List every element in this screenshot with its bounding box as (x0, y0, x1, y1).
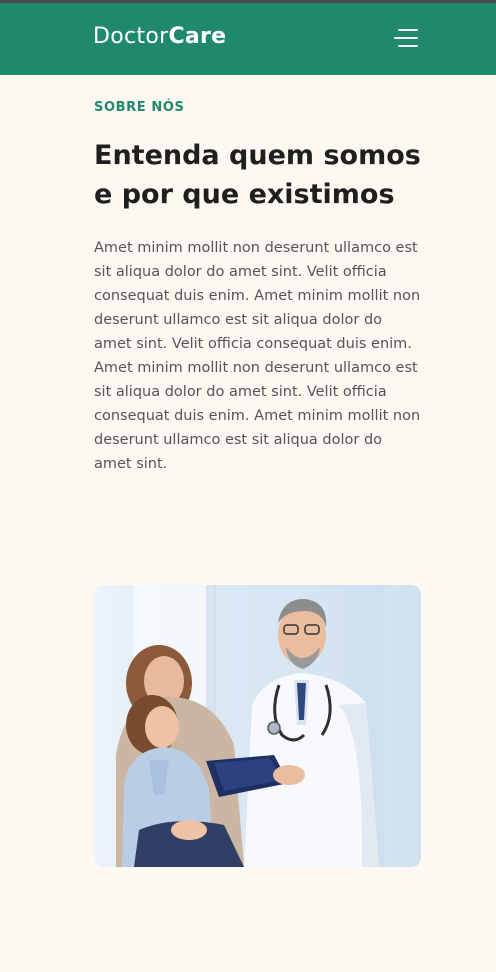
menu-line (398, 45, 418, 47)
menu-line (394, 37, 418, 39)
site-header: DoctorCare (0, 3, 496, 75)
section-eyebrow: SOBRE NÓS (94, 100, 185, 115)
section-title: Entenda quem somos e por que existimos (94, 140, 421, 210)
hamburger-menu-icon[interactable] (390, 27, 418, 51)
menu-line (398, 29, 418, 31)
logo-part-doctor: Doctor (93, 24, 169, 49)
section-body: Amet minim mollit non deserunt ullamco e… (94, 240, 421, 472)
logo[interactable]: DoctorCare (93, 23, 226, 51)
doctor-family-photo (94, 585, 421, 867)
logo-part-care: Care (168, 24, 227, 49)
